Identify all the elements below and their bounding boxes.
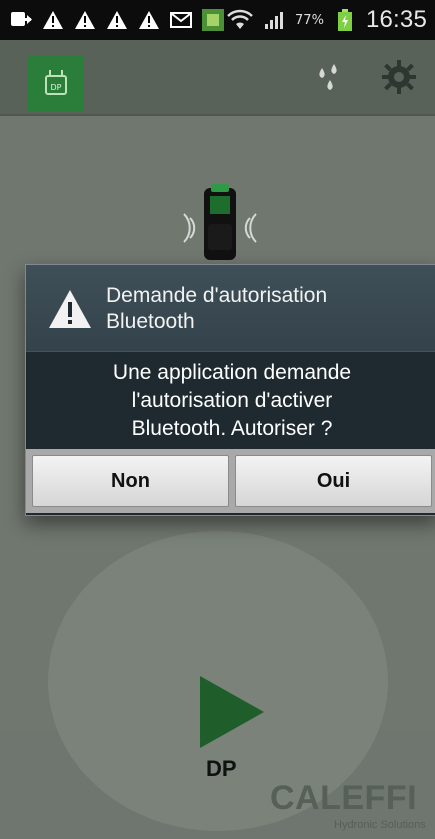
dialog-message: Une application demande l'autorisation d… — [112, 361, 352, 440]
status-bar-left-icons — [8, 7, 226, 33]
mail-icon — [168, 7, 194, 33]
brand-tagline: Hydronic Solutions — [334, 819, 426, 831]
battery-charging-icon — [332, 7, 358, 33]
warning-icon — [136, 7, 162, 33]
warning-icon — [40, 7, 66, 33]
app-header: DP — [0, 40, 435, 124]
dialog-titlebar: Demande d'autorisation Bluetooth — [26, 265, 435, 351]
status-bar-right: 77% 16:35 — [227, 6, 427, 34]
battery-percent: 77% — [295, 12, 324, 28]
app-notification-icon — [200, 7, 226, 33]
dialog-title: Demande d'autorisation Bluetooth — [106, 284, 328, 333]
status-time: 16:35 — [365, 6, 427, 33]
gear-icon[interactable] — [380, 58, 418, 96]
non-button[interactable]: Non — [32, 455, 229, 507]
warning-icon — [104, 7, 130, 33]
app-logo[interactable]: DP — [28, 56, 84, 112]
drops-icon[interactable] — [310, 58, 350, 98]
caleffi-logo: CALEFFI Hydronic Solutions — [270, 779, 430, 839]
oui-button[interactable]: Oui — [235, 455, 432, 507]
warning-icon — [46, 287, 94, 331]
handheld-device-icon[interactable] — [170, 178, 270, 268]
dp-logo-icon: DP — [45, 70, 67, 95]
svg-text:DP: DP — [51, 83, 62, 92]
screen-mirror-icon — [8, 7, 34, 33]
dialog-actions: Non Oui — [26, 449, 435, 513]
play-label: DP — [206, 756, 237, 781]
play-button[interactable] — [200, 676, 264, 748]
brand-name: CALEFFI — [270, 779, 418, 817]
dialog-body: Une application demande l'autorisation d… — [26, 351, 435, 450]
wifi-icon — [227, 7, 253, 33]
warning-icon — [72, 7, 98, 33]
signal-icon — [261, 7, 287, 33]
status-bar: 77% 16:35 — [0, 0, 435, 40]
bluetooth-permission-dialog: Demande d'autorisation Bluetooth Une app… — [25, 264, 435, 516]
